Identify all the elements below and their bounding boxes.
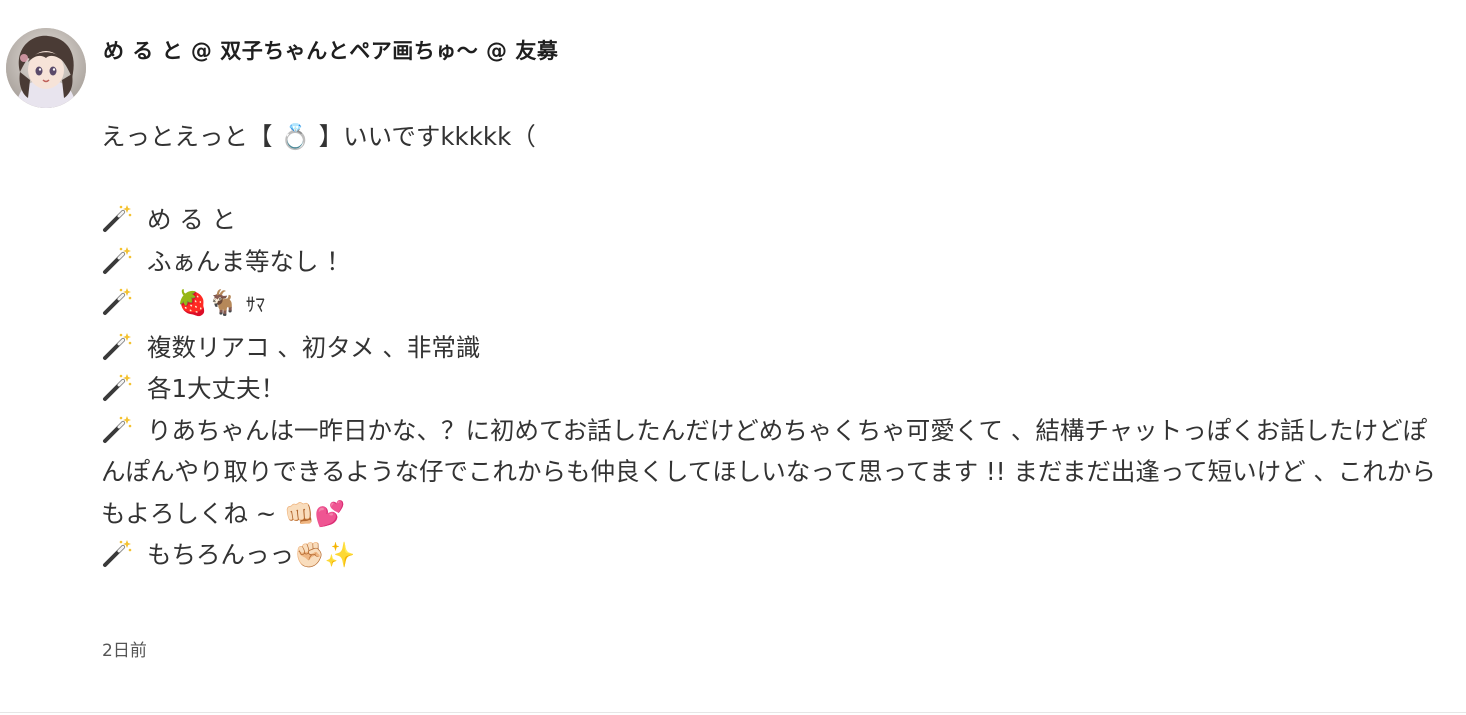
magic-wand-icon [101, 414, 135, 444]
post-timestamp[interactable]: 2日前 [102, 636, 147, 661]
ring-emoji: 💍 [280, 122, 311, 151]
goat-emoji: 🐐 [207, 288, 239, 317]
raised-fist-emoji: ✊🏻 [294, 540, 325, 569]
list-item: 複数リアコ 、初タメ 、非常識 [101, 327, 1451, 369]
list-item: 🍓🐐 ｻﾏ [101, 282, 1451, 327]
item-text: め る と [147, 205, 237, 234]
divider [0, 712, 1466, 713]
magic-wand-icon [101, 245, 135, 275]
item-text: 複数リアコ 、初タメ 、非常識 [147, 332, 481, 362]
item-text: ふぁんま等なし ！ [147, 246, 351, 276]
magic-wand-icon [101, 538, 135, 568]
magic-wand-icon [101, 372, 135, 402]
list-item: もちろんっっ✊🏻✨ [101, 534, 1451, 576]
list-item: りあちゃんは一昨日かな、？に初めてお話したんだけどめちゃくちゃ可愛くて 、結構チ… [101, 410, 1451, 535]
avatar-image [6, 28, 86, 108]
sparkles-emoji: ✨ [324, 540, 356, 569]
strawberry-emoji: 🍓 [177, 288, 208, 317]
list-item: め る と [101, 199, 1451, 241]
list-item: 各1大丈夫！ [101, 368, 1451, 410]
post-body: えっとえっと【 💍 】いいですkkkkk（ め る と ふぁんま等なし ！ 🍓🐐… [101, 116, 1451, 576]
magic-wand-icon [101, 331, 135, 361]
intro-line: えっとえっと【 💍 】いいですkkkkk（ [101, 116, 1451, 158]
item-text: もちろんっっ [147, 540, 294, 569]
author-avatar[interactable] [6, 28, 86, 108]
intro-text-before: えっとえっと【 [101, 122, 281, 151]
fist-bump-emoji: 👊🏻 [284, 498, 315, 528]
intro-text-after: 】いいですkkkkk（ [310, 122, 536, 151]
item-text: 各1大丈夫！ [147, 374, 286, 403]
post-card: め る と @ 双子ちゃんとペア画ちゅ〜 @ 友募 えっとえっと【 💍 】いいで… [0, 0, 1466, 715]
list-item: ふぁんま等なし ！ [101, 241, 1451, 283]
magic-wand-icon [101, 203, 135, 233]
two-hearts-emoji: 💕 [314, 498, 346, 528]
item-text: ｻﾏ [245, 294, 265, 316]
magic-wand-icon [101, 286, 135, 316]
author-name[interactable]: め る と @ 双子ちゃんとペア画ちゅ〜 @ 友募 [103, 35, 558, 65]
